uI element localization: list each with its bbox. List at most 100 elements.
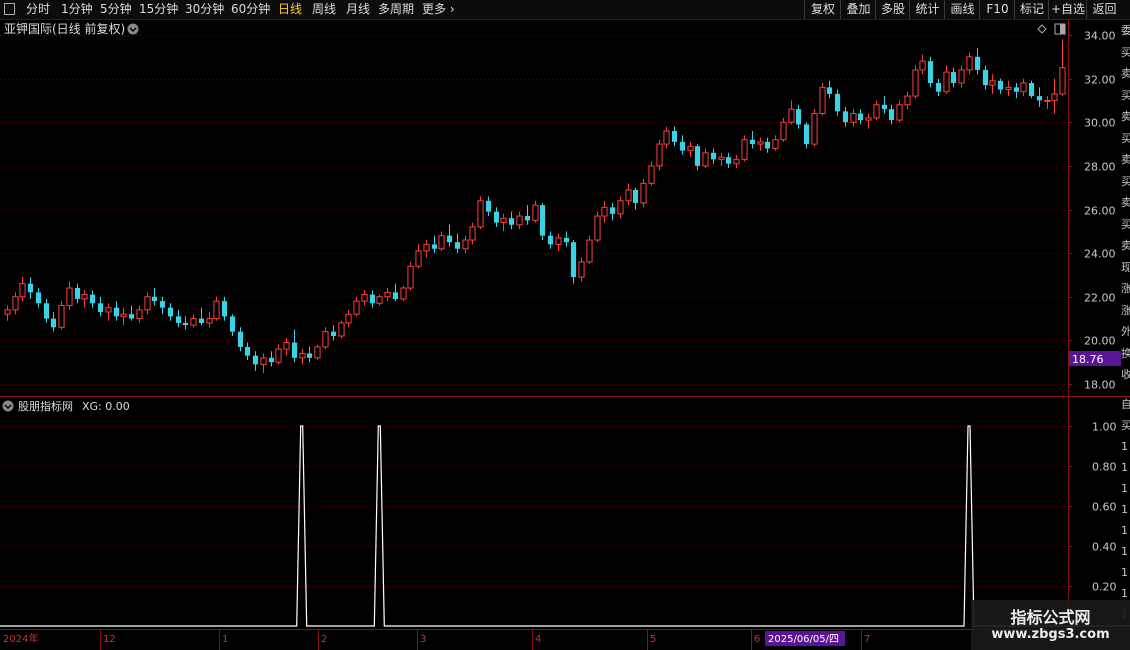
title-dropdown-icon[interactable] xyxy=(127,23,139,35)
back-button[interactable]: 返回 xyxy=(1086,0,1122,19)
candle-body-up xyxy=(687,145,694,152)
candle-body-down xyxy=(237,331,244,347)
chart-title: 亚钾国际(日线 前复权) xyxy=(4,21,125,36)
candle-body-down xyxy=(74,288,81,299)
fuquan-button[interactable]: 复权 xyxy=(804,0,841,19)
period-tab-daily[interactable]: 日线 xyxy=(278,0,302,19)
candle-body-up xyxy=(919,60,926,71)
candle-body-up xyxy=(648,165,655,184)
candle-body-down xyxy=(128,314,135,319)
candle-body-down xyxy=(151,296,158,302)
sidebar-label: 1 xyxy=(1121,587,1128,600)
draw-line-button[interactable]: 画线 xyxy=(944,0,980,19)
date-label-jan: 1 xyxy=(222,634,228,645)
candle-body-down xyxy=(229,316,236,332)
watermark: 指标公式网 www.zbgs3.com xyxy=(971,600,1130,650)
candle-body-down xyxy=(493,211,500,223)
candle-body-down xyxy=(454,242,461,249)
overlay-button[interactable]: 叠加 xyxy=(840,0,876,19)
candle-body-up xyxy=(361,294,368,302)
candle-body-up xyxy=(462,239,469,250)
indicator-tick-label: 0.40 xyxy=(1092,541,1117,554)
sidebar-label: 卖 xyxy=(1121,153,1130,166)
sidebar-label: 买 xyxy=(1121,174,1130,188)
candle-body-up xyxy=(819,86,826,115)
period-tab-weekly[interactable]: 周线 xyxy=(312,0,336,19)
sidebar-label: 买 xyxy=(1121,217,1130,231)
candle-body-up xyxy=(12,296,19,311)
sidebar-label: 委 xyxy=(1121,24,1130,37)
panel-toggle-icon[interactable] xyxy=(1054,23,1066,35)
period-toolbar: 分时 1分钟 5分钟 15分钟 30分钟 60分钟 日线 周线 月线 多周期 更… xyxy=(0,0,1130,20)
candle-body-down xyxy=(306,353,313,358)
candle-body-down xyxy=(35,292,42,304)
candle-body-down xyxy=(694,146,701,166)
candle-body-up xyxy=(314,346,321,359)
date-label-may: 5 xyxy=(650,634,656,645)
candle-body-up xyxy=(578,261,585,278)
candle-body-up xyxy=(283,342,290,350)
watermark-title: 指标公式网 xyxy=(1010,608,1091,627)
candle-body-down xyxy=(27,283,34,293)
candle-body-down xyxy=(725,157,732,164)
indicator-tick-label: 0.80 xyxy=(1092,461,1117,474)
candle-body-down xyxy=(508,218,515,225)
candle-body-down xyxy=(1036,96,1043,101)
candle-body-down xyxy=(795,109,802,125)
candle-body-up xyxy=(788,108,795,123)
statistics-button[interactable]: 统计 xyxy=(909,0,945,19)
period-tab-fenshi[interactable]: 分时 xyxy=(26,0,50,19)
candle-body-down xyxy=(764,141,771,149)
candle-body-up xyxy=(757,141,764,145)
period-tab-60min[interactable]: 60分钟 xyxy=(231,0,270,19)
candle-body-up xyxy=(345,313,352,324)
candle-body-up xyxy=(190,318,197,326)
indicator-name: 股朋指标网 xyxy=(18,399,73,413)
candle-body-down xyxy=(50,318,57,328)
candle-body-up xyxy=(400,287,407,300)
date-label-apr: 4 xyxy=(535,634,541,645)
candle-body-down xyxy=(826,87,833,94)
candle-body-up xyxy=(353,300,360,315)
period-tab-5min[interactable]: 5分钟 xyxy=(100,0,132,19)
sidebar-label: 收 xyxy=(1121,368,1130,381)
candle-body-up xyxy=(640,182,647,204)
candle-body-down xyxy=(857,113,864,121)
candle-body-up xyxy=(617,200,624,215)
candle-body-up xyxy=(213,300,220,320)
candle-body-up xyxy=(477,200,484,228)
price-tick-label: 26.00 xyxy=(1084,205,1116,218)
price-tick-label: 28.00 xyxy=(1084,161,1116,174)
period-tab-monthly[interactable]: 月线 xyxy=(346,0,370,19)
sidebar-label: 买 xyxy=(1121,131,1130,145)
multi-stock-button[interactable]: 多股 xyxy=(875,0,910,19)
candle-body-down xyxy=(252,355,259,365)
candle-body-up xyxy=(144,296,151,311)
indicator-grid xyxy=(0,426,1068,587)
candle-body-up xyxy=(338,322,345,337)
period-tab-30min[interactable]: 30分钟 xyxy=(185,0,224,19)
sidebar-label: 现 xyxy=(1121,260,1130,274)
add-watchlist-button[interactable]: +自选 xyxy=(1048,0,1087,19)
chart-area[interactable]: 34.00 32.00 30.00 28.00 26.00 24.00 22.00 20.00… xyxy=(0,20,1130,650)
date-label-jun: 6 xyxy=(754,634,760,645)
candle-body-up xyxy=(376,296,383,304)
candle-body-up xyxy=(516,215,523,226)
f10-button[interactable]: F10 xyxy=(979,0,1015,19)
date-label-feb: 2 xyxy=(321,634,327,645)
period-tab-1min[interactable]: 1分钟 xyxy=(61,0,93,19)
candle-body-up xyxy=(4,309,11,315)
period-tab-multi[interactable]: 多周期 xyxy=(378,0,414,19)
candle-body-up xyxy=(500,217,507,224)
candle-body-up xyxy=(741,139,748,160)
window-toggle-icon[interactable] xyxy=(4,3,15,15)
candle-body-down xyxy=(97,303,104,313)
candle-body-down xyxy=(842,111,849,123)
sidebar-label: 卖 xyxy=(1121,110,1130,123)
candle-body-up xyxy=(260,357,267,365)
period-tab-more[interactable]: 更多 › xyxy=(422,0,455,19)
mark-button[interactable]: 标记 xyxy=(1014,0,1049,19)
indicator-dropdown-icon[interactable] xyxy=(2,400,14,412)
diamond-icon[interactable] xyxy=(1037,24,1047,34)
period-tab-15min[interactable]: 15分钟 xyxy=(139,0,178,19)
